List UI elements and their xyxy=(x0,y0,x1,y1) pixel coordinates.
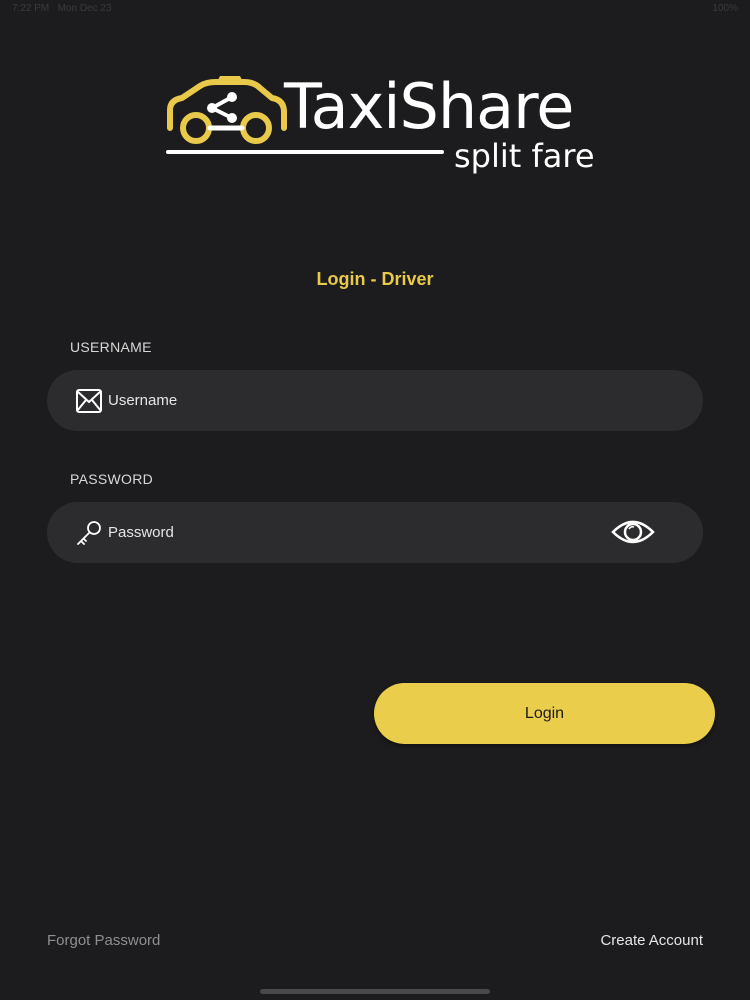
home-indicator xyxy=(260,989,490,994)
username-input[interactable] xyxy=(108,370,588,431)
forgot-password-link[interactable]: Forgot Password xyxy=(47,932,160,949)
taxi-car-icon xyxy=(167,76,287,144)
status-time-text: 7:22 PM xyxy=(12,3,50,14)
envelope-icon xyxy=(75,387,103,415)
password-field[interactable] xyxy=(47,502,703,563)
password-input[interactable] xyxy=(108,502,588,563)
login-button[interactable]: Login xyxy=(374,683,715,744)
status-battery: 100% xyxy=(712,3,738,14)
brand-name: TaxiShare xyxy=(284,70,574,143)
app-logo: TaxiShare split fare xyxy=(160,70,600,180)
status-bar: 7:22 PM Mon Dec 23 100% xyxy=(0,0,750,20)
create-account-link[interactable]: Create Account xyxy=(600,932,703,949)
brand-divider xyxy=(166,150,444,154)
username-label: USERNAME xyxy=(70,339,152,355)
username-field[interactable] xyxy=(47,370,703,431)
status-date-text: Mon Dec 23 xyxy=(57,3,112,14)
brand-tagline: split fare xyxy=(454,137,595,175)
key-icon xyxy=(75,519,103,547)
status-time: 7:22 PM Mon Dec 23 xyxy=(12,3,112,14)
password-label: PASSWORD xyxy=(70,471,154,487)
page-title: Login - Driver xyxy=(316,269,434,289)
eye-icon[interactable] xyxy=(611,516,655,548)
